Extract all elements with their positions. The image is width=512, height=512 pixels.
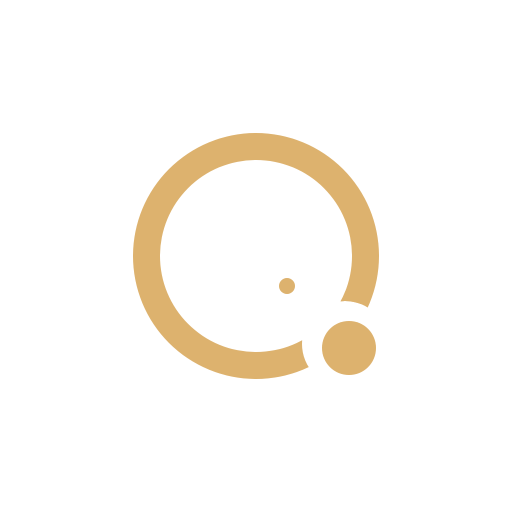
- app-icon-canvas: [0, 0, 512, 512]
- ring-logo-icon: [133, 133, 379, 379]
- small-dot-shape: [279, 278, 295, 294]
- large-dot-shape: [322, 321, 376, 375]
